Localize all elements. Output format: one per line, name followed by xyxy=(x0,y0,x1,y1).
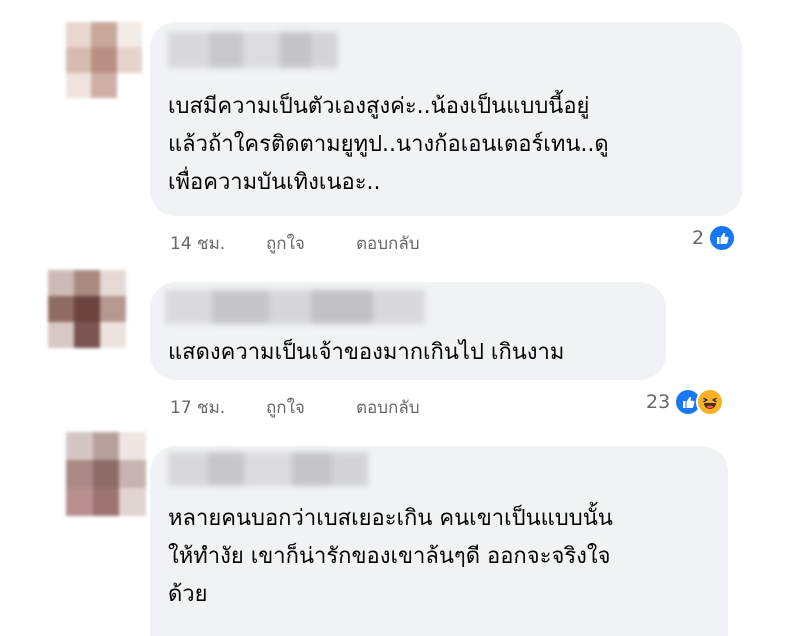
comment-text-line: หลายคนบอกว่าเบสเยอะเกิน คนเขาเป็นแบบนั้น xyxy=(168,506,613,531)
comment-thread: เบสมีความเป็นตัวเองสูงค่ะ..น้องเป็นแบบนี… xyxy=(0,0,800,636)
comment-text-line: ด้วย xyxy=(168,582,208,607)
commenter-name[interactable] xyxy=(168,452,368,486)
comment-text: หลายคนบอกว่าเบสเยอะเกิน คนเขาเป็นแบบนั้น… xyxy=(168,500,613,614)
comment: หลายคนบอกว่าเบสเยอะเกิน คนเขาเป็นแบบนั้น… xyxy=(0,0,800,636)
comment-text-line: ให้ทำงัย เขาก็น่ารักของเขาล้นๆดี ออกจะจร… xyxy=(168,544,611,569)
avatar[interactable] xyxy=(66,432,146,516)
